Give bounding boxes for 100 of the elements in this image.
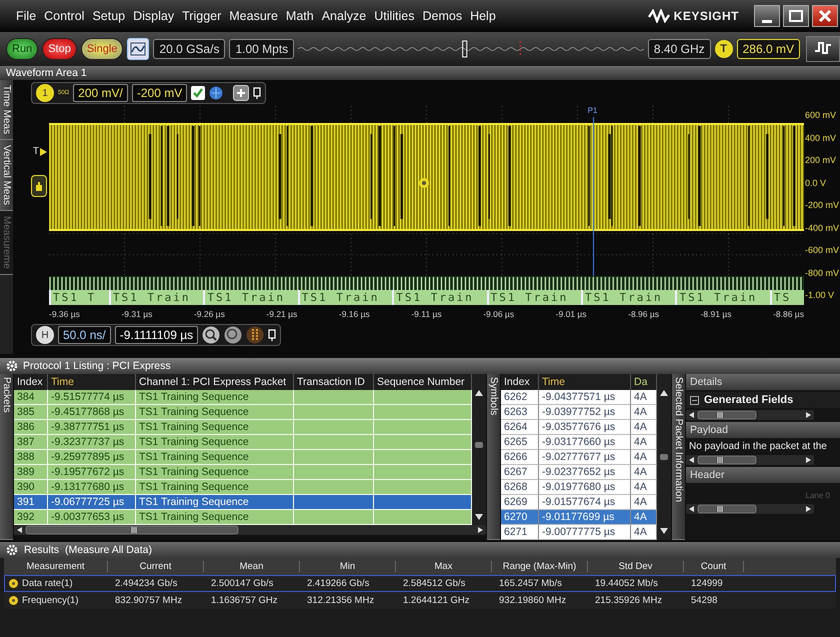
wave-logo-icon — [648, 9, 670, 23]
table-row[interactable]: 6266 -9.02777677 µs 4A — [501, 450, 657, 465]
table-cell-text: 1.2644121 GHz — [402, 595, 471, 606]
side-tab[interactable]: Vertical Meas — [0, 140, 13, 212]
menu-item[interactable]: Display — [129, 7, 178, 25]
add-button[interactable] — [233, 85, 250, 101]
gear-icon[interactable] — [6, 360, 18, 372]
table-cell-text: 54298 — [690, 595, 718, 606]
stop-button[interactable]: Stop — [42, 38, 77, 60]
table-row[interactable]: 387 -9.32377737 µs TS1 Training Sequence — [14, 435, 472, 450]
trigger-level-field[interactable]: 286.0 mV — [736, 39, 800, 59]
vertical-scrollbar[interactable] — [657, 374, 671, 540]
waveform-tool-button[interactable] — [806, 36, 840, 62]
collapse-icon[interactable] — [690, 396, 699, 404]
table-row[interactable]: 390 -9.13177680 µs TS1 Training Sequence — [14, 480, 472, 495]
table-cell: 6271 — [501, 525, 539, 540]
table-row[interactable]: 6268 -9.01977680 µs 4A — [501, 480, 657, 495]
gear-icon[interactable] — [6, 544, 18, 556]
table-row[interactable]: 391 -9.06777725 µs TS1 Training Sequence — [14, 495, 472, 510]
run-button[interactable]: Run — [6, 38, 38, 60]
menu-item[interactable]: Trigger — [178, 7, 226, 25]
decoded-bus-segment: TS1 Train — [108, 290, 204, 305]
table-row[interactable]: 6270 -9.01177699 µs 4A — [501, 510, 657, 525]
menu-item[interactable]: Utilities — [370, 7, 418, 25]
table-row[interactable]: 389 -9.19577672 µs TS1 Training Sequence — [14, 465, 472, 480]
table-row[interactable]: 384 -9.51577774 µs TS1 Training Sequence — [14, 390, 472, 405]
voltage-axis-label: 400 mV — [805, 132, 838, 142]
menu-item[interactable]: Demos — [418, 7, 466, 25]
horizontal-scrollbar[interactable] — [14, 525, 486, 535]
table-cell-text: 2.419266 Gb/s — [306, 578, 370, 589]
single-button[interactable]: Single — [80, 38, 124, 60]
horizontal-scrollbar[interactable] — [686, 455, 814, 465]
time-axis-label: -9.31 µs — [121, 308, 152, 318]
side-tab[interactable]: Packets — [0, 374, 13, 540]
plus-icon — [236, 88, 246, 98]
section-header: Payload — [686, 422, 840, 438]
vertical-scrollbar[interactable] — [472, 374, 486, 525]
table-row[interactable]: 6264 -9.03577676 µs 4A — [501, 420, 657, 435]
menu-item[interactable]: Control — [40, 7, 88, 25]
hand-icon — [34, 180, 44, 192]
channel-marker-button[interactable] — [31, 175, 47, 197]
time-position-field[interactable]: -9.1111109 µs — [114, 326, 198, 344]
time-scale-field[interactable]: 50.0 ns/ — [58, 326, 111, 344]
vertical-offset-field[interactable]: -200 mV — [132, 84, 188, 102]
horizontal-badge[interactable]: H — [36, 326, 54, 344]
panel-title: Protocol 1 Listing : PCI Express — [23, 360, 171, 372]
sample-rate-field[interactable]: 20.0 GSa/s — [153, 39, 226, 59]
table-cell: Data rate(1) — [22, 578, 73, 589]
column-header: Measurement — [4, 561, 108, 572]
menu-item[interactable]: Help — [466, 7, 500, 25]
table-row[interactable]: 6262 -9.04377571 µs 4A — [501, 390, 657, 405]
table-row[interactable]: 385 -9.45177868 µs TS1 Training Sequence — [14, 405, 472, 420]
side-tab[interactable]: Symbols — [487, 374, 500, 540]
bandwidth-field[interactable]: 8.40 GHz — [648, 39, 711, 59]
decoded-bus-segment: TS1 Train — [581, 290, 676, 305]
memory-depth-field[interactable]: 1.00 Mpts — [229, 39, 294, 59]
results-row[interactable]: Data rate(1) 2.494234 Gb/s 2.500147 Gb/s 2.419266 Gb/s 2.584512 Gb/s 165.2457 Mb/s 19.44052 Mb/s 124999 — [4, 575, 836, 592]
voltage-axis-label: -200 mV — [805, 200, 840, 210]
panel-title: Results — [24, 544, 60, 556]
waveform-display-button[interactable] — [127, 38, 150, 60]
table-cell: -9.00777775 µs — [539, 525, 631, 540]
bars-icon[interactable] — [246, 326, 264, 344]
table-row[interactable]: 6265 -9.03177660 µs 4A — [501, 435, 657, 450]
cursor-line[interactable] — [592, 117, 594, 276]
channel-dot-icon — [9, 596, 18, 605]
menu-item[interactable]: Analyze — [318, 7, 370, 25]
table-row[interactable]: 388 -9.25977895 µs TS1 Training Sequence — [14, 450, 472, 465]
pin-icon[interactable] — [253, 87, 262, 99]
table-cell-text: 124999 — [690, 578, 724, 589]
zoom-icon[interactable] — [202, 326, 220, 344]
display-checkbox[interactable] — [191, 86, 206, 100]
menu-item[interactable]: Setup — [88, 7, 130, 25]
menu-item[interactable]: Measure — [225, 7, 282, 25]
vertical-scale-field[interactable]: 200 mV/ — [73, 84, 128, 102]
side-tab[interactable]: Time Meas — [0, 80, 13, 140]
side-tab[interactable]: Selected Packet Information — [672, 374, 685, 540]
column-header: Max — [396, 561, 492, 572]
table-row[interactable]: 6267 -9.02377652 µs 4A — [501, 465, 657, 480]
channel-marker-icon — [418, 178, 429, 188]
voltage-axis-label: 200 mV — [805, 155, 838, 165]
voltage-axis-label: -600 mV — [805, 245, 840, 255]
table-cell-text: 19.44052 Mb/s — [594, 578, 659, 589]
table-row[interactable]: 6271 -9.00777775 µs 4A — [501, 525, 657, 540]
table-row[interactable]: 6263 -9.03977752 µs 4A — [501, 405, 657, 420]
time-axis-label: -9.11 µs — [411, 308, 442, 318]
table-row[interactable]: 386 -9.38777751 µs TS1 Training Sequence — [14, 420, 472, 435]
horizontal-scrollbar[interactable] — [686, 410, 814, 420]
table-row[interactable]: 392 -9.00377653 µs TS1 Training Sequence — [14, 510, 472, 525]
horizontal-scrollbar[interactable] — [686, 504, 814, 514]
menu-item[interactable]: File — [12, 7, 40, 25]
minimize-button[interactable] — [754, 5, 780, 27]
cursor-label: P1 — [588, 106, 598, 116]
menu-item[interactable]: Math — [282, 7, 318, 25]
close-button[interactable] — [812, 5, 838, 27]
maximize-button[interactable] — [783, 5, 809, 27]
channel-badge[interactable]: 1 — [36, 84, 54, 102]
payload-message: No payload in the packet at the — [688, 440, 828, 453]
results-row[interactable]: Frequency(1) 832.90757 MHz 1.1636757 GHz 312.21356 MHz 1.2644121 GHz 932.19860 MHz 215.35926 MHz 54298 — [4, 592, 836, 609]
pin-icon[interactable] — [268, 329, 276, 341]
table-row[interactable]: 6269 -9.01577674 µs 4A — [501, 495, 657, 510]
